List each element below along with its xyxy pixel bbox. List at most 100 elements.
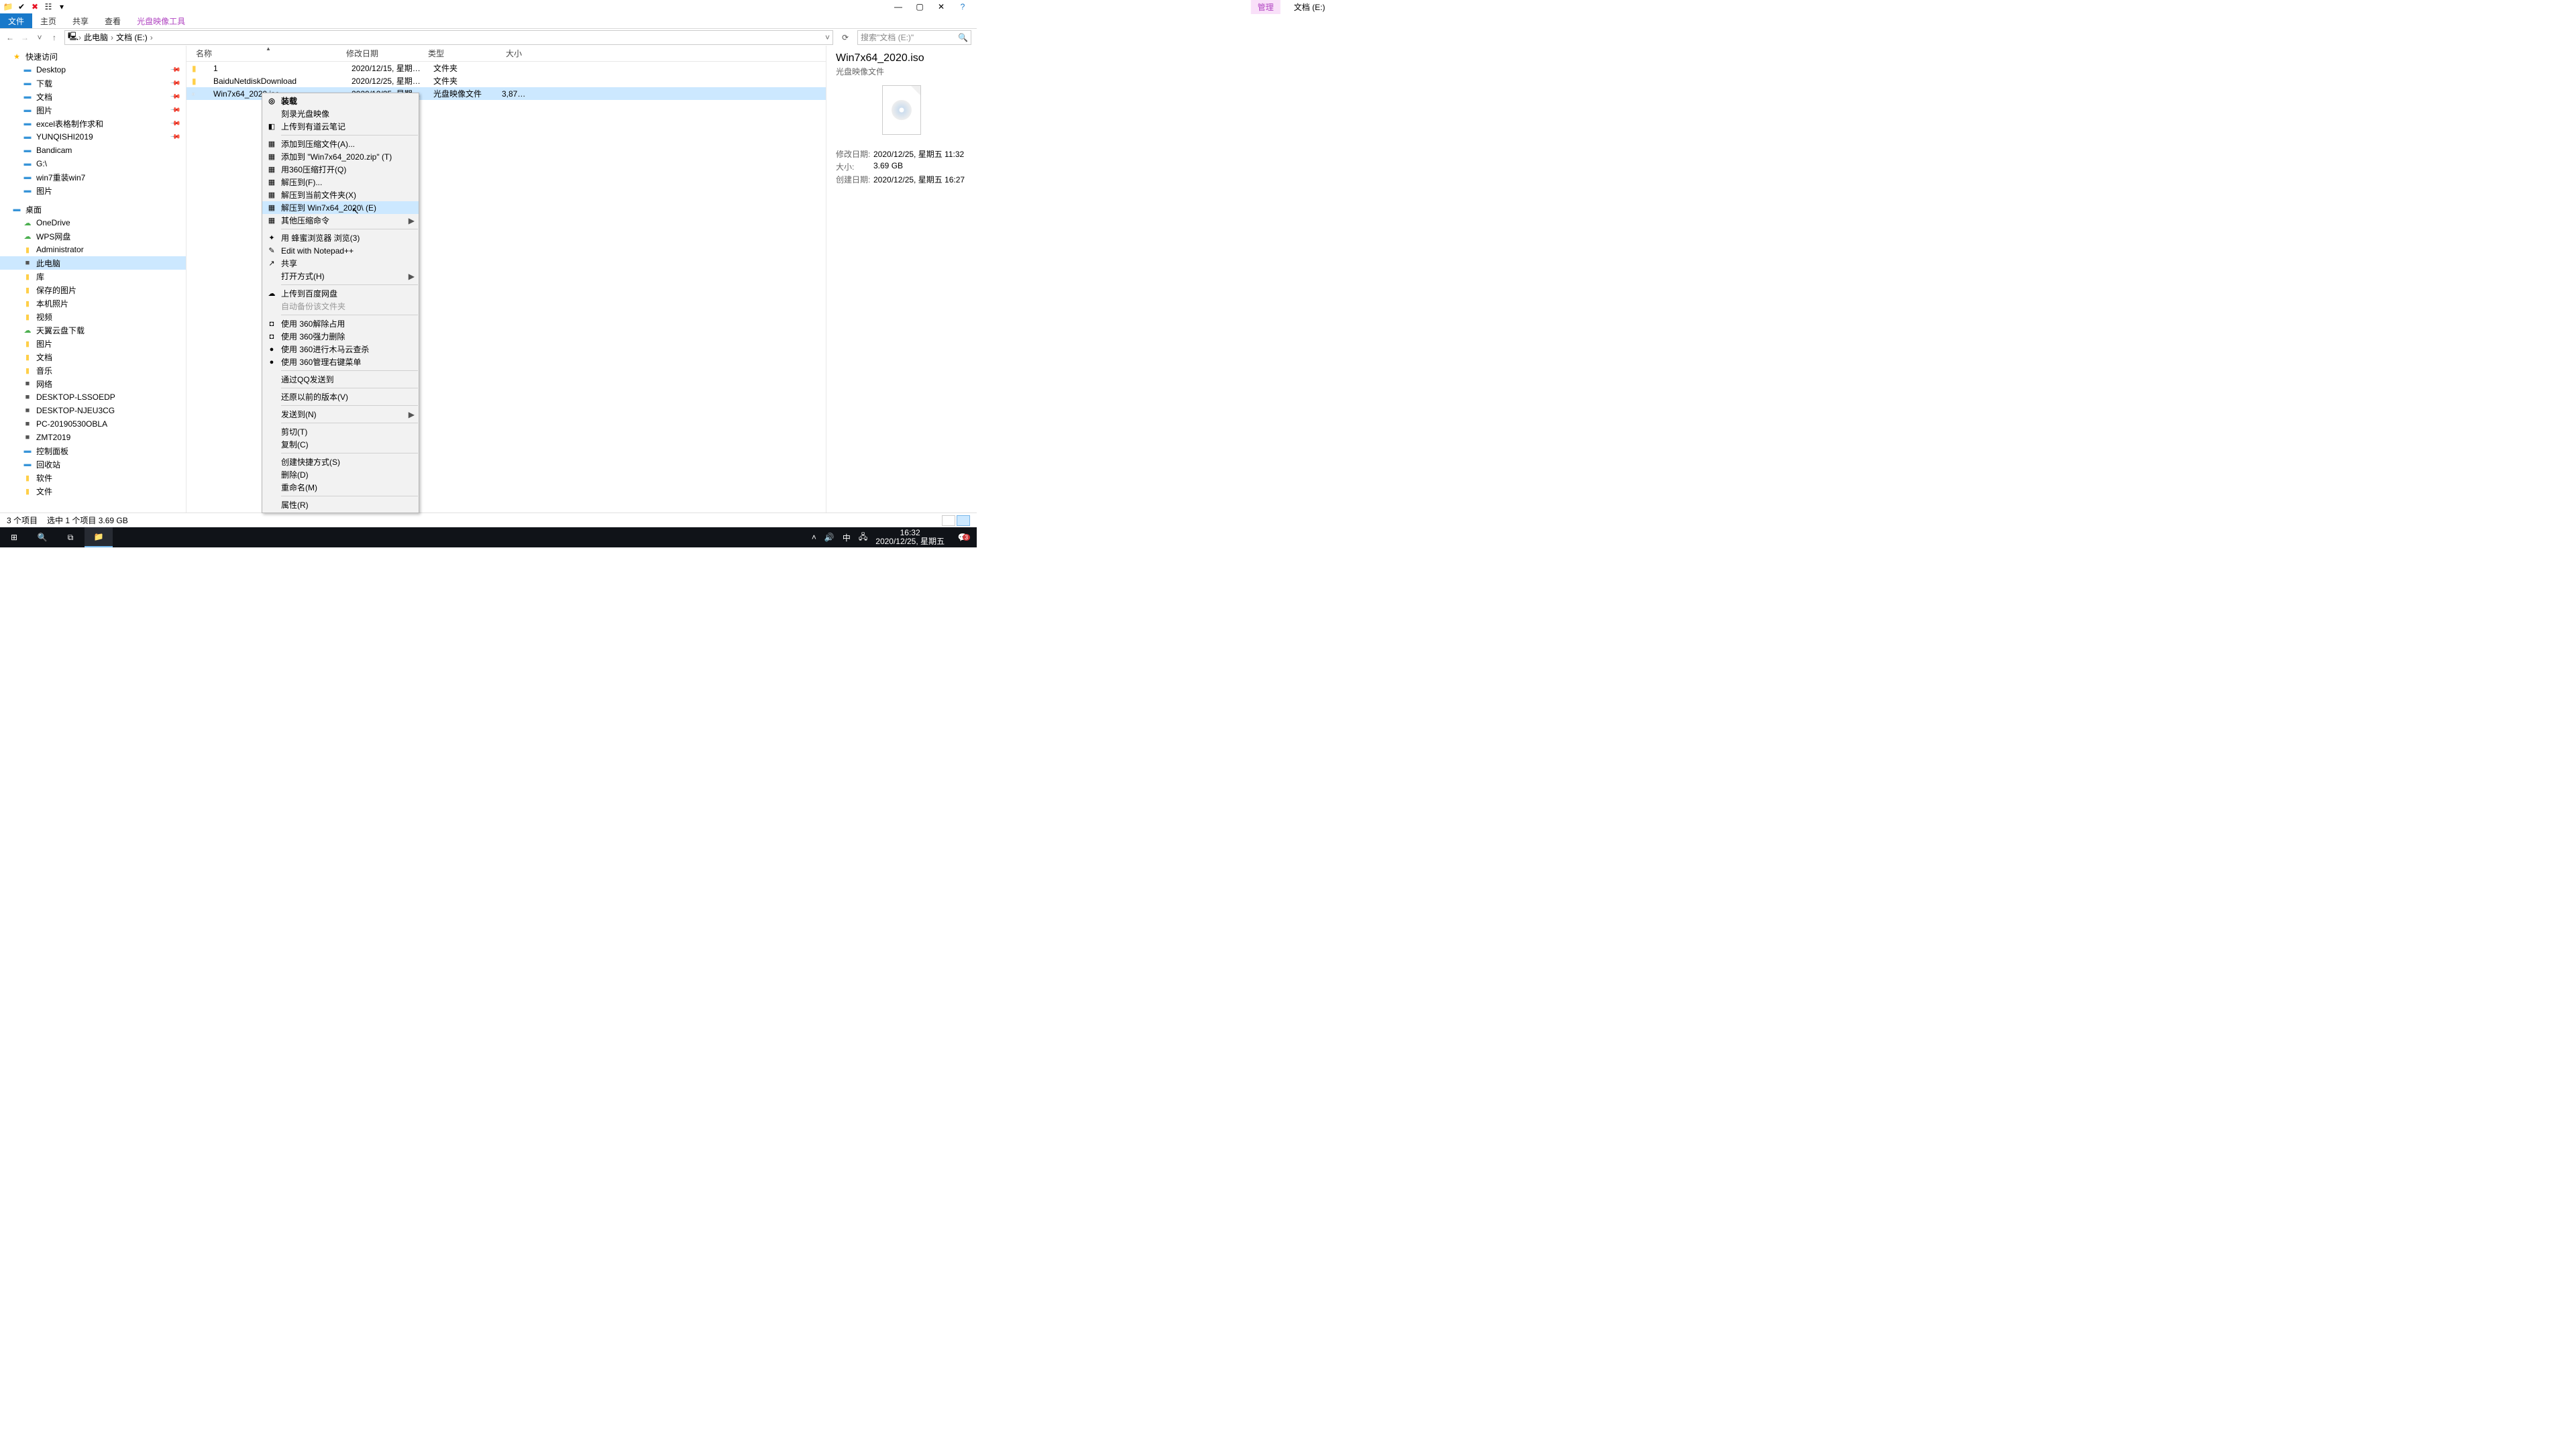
nav-item[interactable]: ▮图片	[0, 337, 186, 350]
view-details-button[interactable]	[942, 515, 955, 526]
close-button[interactable]: ✕	[936, 2, 946, 11]
clock[interactable]: 16:32 2020/12/25, 星期五	[875, 529, 945, 546]
nav-item[interactable]: ▬Bandicam	[0, 144, 186, 157]
nav-item[interactable]: ▬图片📌	[0, 103, 186, 117]
menu-item[interactable]: 重命名(M)	[262, 481, 419, 494]
menu-item[interactable]: 通过QQ发送到	[262, 373, 419, 386]
nav-item[interactable]: ■PC-20190530OBLA	[0, 417, 186, 431]
search-button[interactable]: 🔍	[28, 527, 56, 547]
ime-indicator[interactable]: 中	[843, 532, 851, 543]
nav-item[interactable]: ▬G:\	[0, 157, 186, 170]
nav-item[interactable]: ■网络	[0, 377, 186, 390]
network-icon[interactable]: 🖧	[859, 531, 867, 545]
back-button[interactable]: ←	[5, 33, 15, 42]
menu-item[interactable]: ◎装载	[262, 95, 419, 107]
nav-item[interactable]: ☁OneDrive	[0, 216, 186, 229]
nav-tree[interactable]: ★快速访问▬Desktop📌▬下载📌▬文档📌▬图片📌▬excel表格制作求和📌 ▬…	[0, 46, 186, 513]
menu-item[interactable]: 删除(D)	[262, 468, 419, 481]
nav-item[interactable]: ▬控制面板	[0, 444, 186, 458]
view-large-button[interactable]	[957, 515, 970, 526]
nav-item[interactable]: ▬Desktop📌	[0, 63, 186, 76]
tab-view[interactable]: 查看	[97, 13, 129, 28]
menu-item[interactable]: ●使用 360管理右键菜单	[262, 356, 419, 368]
recent-dropdown[interactable]: ˅	[35, 33, 44, 42]
refresh-button[interactable]: ⟳	[839, 33, 852, 42]
tab-home[interactable]: 主页	[32, 13, 64, 28]
props-icon[interactable]: ☷	[43, 1, 54, 12]
nav-item[interactable]: ▮软件	[0, 471, 186, 484]
menu-item[interactable]: ▦解压到(F)...	[262, 176, 419, 189]
maximize-button[interactable]: ▢	[915, 2, 924, 11]
taskview-button[interactable]: ⧉	[56, 527, 85, 547]
menu-item[interactable]: ▦用360压缩打开(Q)	[262, 163, 419, 176]
explorer-taskbar-button[interactable]: 📁	[85, 527, 113, 547]
menu-item[interactable]: ◘使用 360解除占用	[262, 317, 419, 330]
menu-item[interactable]: ▦添加到压缩文件(A)...	[262, 138, 419, 150]
menu-item[interactable]: ▦其他压缩命令▶	[262, 214, 419, 227]
tab-share[interactable]: 共享	[64, 13, 97, 28]
menu-item[interactable]: ☁上传到百度网盘	[262, 287, 419, 300]
nav-item[interactable]: ▮文档	[0, 350, 186, 364]
menu-item[interactable]: 属性(R)	[262, 498, 419, 511]
menu-item[interactable]: 刻录光盘映像	[262, 107, 419, 120]
menu-item[interactable]: 剪切(T)	[262, 425, 419, 438]
nav-item[interactable]: ▮视频	[0, 310, 186, 323]
action-center-button[interactable]: 💬3	[953, 533, 973, 542]
search-icon[interactable]: 🔍	[958, 33, 968, 42]
nav-item[interactable]: ▬回收站	[0, 458, 186, 471]
tray-overflow-icon[interactable]: ˄	[812, 533, 816, 542]
forward-button[interactable]: →	[20, 33, 30, 42]
tab-file[interactable]: 文件	[0, 13, 32, 28]
breadcrumb[interactable]: 🖳 › 此电脑 › 文档 (E:) › ˅	[64, 30, 833, 45]
col-type[interactable]: 类型	[419, 48, 487, 59]
nav-item[interactable]: ▮库	[0, 270, 186, 283]
column-headers[interactable]: 名称 修改日期 类型 大小	[186, 46, 826, 62]
tab-disc-tools[interactable]: 光盘映像工具	[129, 13, 193, 28]
file-row[interactable]: ▮12020/12/15, 星期二 1…文件夹	[186, 62, 826, 74]
menu-item[interactable]: ▦添加到 "Win7x64_2020.zip" (T)	[262, 150, 419, 163]
close-red-icon[interactable]: ✖	[30, 1, 40, 12]
menu-item[interactable]: ✎Edit with Notepad++	[262, 244, 419, 257]
crumb-history-icon[interactable]: ˅	[825, 33, 830, 42]
minimize-button[interactable]: —	[894, 2, 903, 11]
nav-item[interactable]: ▬桌面	[0, 203, 186, 216]
crumb-drive[interactable]: 文档 (E:)	[113, 32, 150, 43]
nav-item[interactable]: ▬excel表格制作求和📌	[0, 117, 186, 130]
menu-item[interactable]: ◘使用 360强力删除	[262, 330, 419, 343]
col-size[interactable]: 大小	[487, 48, 531, 59]
menu-item[interactable]: 发送到(N)▶	[262, 408, 419, 421]
nav-item[interactable]: ■DESKTOP-NJEU3CG	[0, 404, 186, 417]
nav-item[interactable]: ☁WPS网盘	[0, 229, 186, 243]
nav-item[interactable]: ■此电脑	[0, 256, 186, 270]
menu-item[interactable]: ●使用 360进行木马云查杀	[262, 343, 419, 356]
menu-item[interactable]: ▦解压到当前文件夹(X)	[262, 189, 419, 201]
nav-item[interactable]: ▮音乐	[0, 364, 186, 377]
up-button[interactable]: ↑	[50, 33, 59, 42]
qat-dropdown-icon[interactable]: ▾	[56, 1, 67, 12]
nav-item[interactable]: ▮保存的图片	[0, 283, 186, 297]
nav-item[interactable]: ▬win7重装win7	[0, 170, 186, 184]
nav-item[interactable]: ★快速访问	[0, 50, 186, 63]
file-row[interactable]: ▮BaiduNetdiskDownload2020/12/25, 星期五 1…文…	[186, 74, 826, 87]
menu-item[interactable]: ◧上传到有道云笔记	[262, 120, 419, 133]
menu-item[interactable]: 创建快捷方式(S)	[262, 455, 419, 468]
start-button[interactable]: ⊞	[0, 527, 28, 547]
nav-item[interactable]: ☁天翼云盘下载	[0, 323, 186, 337]
menu-item[interactable]: ✦用 蜂蜜浏览器 浏览(3)	[262, 231, 419, 244]
nav-item[interactable]: ■ZMT2019	[0, 431, 186, 444]
crumb-root[interactable]: 此电脑	[81, 32, 111, 43]
menu-item[interactable]: ▦解压到 Win7x64_2020\ (E)	[262, 201, 419, 214]
nav-item[interactable]: ▮本机照片	[0, 297, 186, 310]
nav-item[interactable]: ▬下载📌	[0, 76, 186, 90]
menu-item[interactable]: 还原以前的版本(V)	[262, 390, 419, 403]
menu-item[interactable]: 打开方式(H)▶	[262, 270, 419, 282]
menu-item[interactable]: ↗共享	[262, 257, 419, 270]
menu-item[interactable]: 复制(C)	[262, 438, 419, 451]
nav-item[interactable]: ▮Administrator	[0, 243, 186, 256]
col-name[interactable]: 名称	[186, 48, 337, 59]
nav-item[interactable]: ▬文档📌	[0, 90, 186, 103]
nav-item[interactable]: ▬图片	[0, 184, 186, 197]
contextual-tab[interactable]: 管理	[1251, 0, 1281, 14]
search-input[interactable]: 搜索"文档 (E:)" 🔍	[857, 30, 971, 45]
nav-item[interactable]: ■DESKTOP-LSSOEDP	[0, 390, 186, 404]
